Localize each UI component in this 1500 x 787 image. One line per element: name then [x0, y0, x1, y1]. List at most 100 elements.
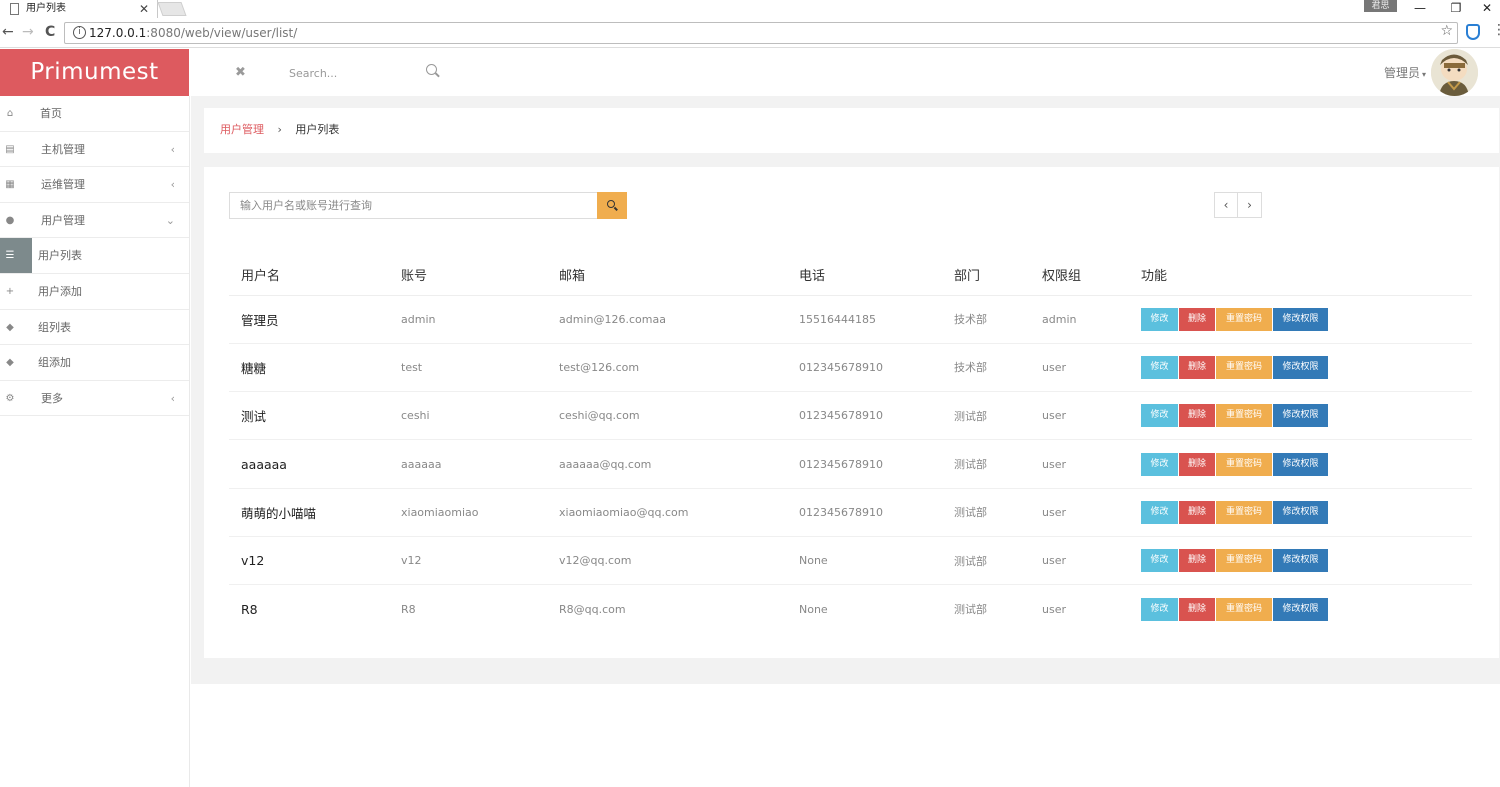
- sidebar-item-ops-management[interactable]: ▦ 运维管理 ‹: [0, 167, 189, 203]
- reset-password-button[interactable]: 重置密码: [1216, 404, 1272, 428]
- tab-close-icon[interactable]: ✕: [139, 0, 149, 18]
- column-header: 电话: [787, 255, 942, 296]
- edit-permission-button[interactable]: 修改权限: [1273, 597, 1328, 621]
- edit-permission-button[interactable]: 修改权限: [1273, 404, 1328, 428]
- edit-button[interactable]: 修改: [1141, 597, 1178, 621]
- delete-button[interactable]: 删除: [1179, 500, 1215, 524]
- users-icon: ◆: [6, 357, 14, 369]
- reset-password-button[interactable]: 重置密码: [1216, 307, 1272, 331]
- server-icon: ▤: [5, 143, 15, 155]
- cell-group: user: [1030, 536, 1129, 586]
- cell-email: test@126.com: [547, 343, 787, 393]
- cell-department: 测试部: [942, 536, 1030, 586]
- cell-email: R8@qq.com: [559, 602, 626, 616]
- search-icon: [607, 200, 615, 208]
- edit-permission-button[interactable]: 修改权限: [1273, 500, 1328, 524]
- edit-button[interactable]: 修改: [1141, 452, 1178, 476]
- cell-department: 测试部: [942, 439, 1030, 489]
- cell-department: 测试部: [942, 391, 1030, 441]
- sidebar-item-user-list[interactable]: ☰ 用户列表: [0, 238, 189, 274]
- new-tab-button[interactable]: [157, 2, 187, 16]
- fullscreen-expand-icon[interactable]: ✖: [235, 65, 246, 80]
- sidebar: ⌂ 首页 ▤ 主机管理 ‹ ▦ 运维管理 ‹ ● 用户管理 ⌄ ☰ 用户列表 +…: [0, 96, 190, 787]
- cell-group: user: [1030, 439, 1129, 489]
- tab-title: 用户列表: [26, 3, 66, 14]
- column-header: 邮箱: [547, 255, 787, 296]
- user-query-input[interactable]: [229, 192, 597, 219]
- user-menu[interactable]: 管理员 ▾: [1384, 64, 1426, 81]
- table-row: 管理员 admin admin@126.comaa 15516444185 技术…: [229, 295, 1472, 344]
- cell-group: user: [1030, 343, 1129, 393]
- delete-button[interactable]: 删除: [1179, 355, 1215, 379]
- cell-username: 管理员: [229, 295, 389, 344]
- minimize-button[interactable]: —: [1405, 0, 1435, 16]
- window-close-button[interactable]: ✕: [1472, 0, 1500, 16]
- reset-password-button[interactable]: 重置密码: [1216, 500, 1272, 524]
- next-page-button[interactable]: ›: [1238, 192, 1262, 218]
- edit-button[interactable]: 修改: [1141, 355, 1178, 379]
- forward-icon[interactable]: →: [22, 24, 34, 40]
- delete-button[interactable]: 删除: [1179, 307, 1215, 331]
- sidebar-item-host-management[interactable]: ▤ 主机管理 ‹: [0, 132, 189, 168]
- reload-icon[interactable]: C: [45, 24, 55, 40]
- sidebar-item-user-management[interactable]: ● 用户管理 ⌄: [0, 203, 189, 239]
- reset-password-button[interactable]: 重置密码: [1216, 597, 1272, 621]
- table-header-row: 用户名 账号 邮箱 电话 部门 权限组 功能: [229, 255, 1472, 296]
- back-icon[interactable]: ←: [2, 24, 14, 40]
- cell-account: v12: [389, 536, 547, 586]
- brand-logo[interactable]: Primumest: [0, 49, 189, 96]
- sidebar-item-user-add[interactable]: + 用户添加: [0, 274, 189, 310]
- sidebar-item-more[interactable]: ⚙ 更多 ‹: [0, 381, 189, 417]
- reset-password-button[interactable]: 重置密码: [1216, 549, 1272, 573]
- url-field[interactable]: i 127.0.0.1:8080/web/view/user/list/ ☆: [64, 22, 1458, 44]
- cell-account: ceshi: [389, 391, 547, 441]
- edit-button[interactable]: 修改: [1141, 404, 1178, 428]
- edit-button[interactable]: 修改: [1141, 500, 1178, 524]
- edit-permission-button[interactable]: 修改权限: [1273, 452, 1328, 476]
- list-icon: ☰: [5, 250, 15, 262]
- browser-menu-icon[interactable]: ⋮: [1492, 22, 1500, 38]
- cell-phone: None: [799, 602, 828, 616]
- profile-badge[interactable]: 君思: [1364, 0, 1397, 12]
- caret-down-icon: ▾: [1422, 70, 1427, 79]
- search-input[interactable]: [289, 64, 429, 82]
- chevron-down-icon: ⌄: [165, 213, 175, 227]
- cell-actions: 修改 删除 重置密码 修改权限: [1129, 488, 1472, 537]
- cell-actions: 修改 删除 重置密码 修改权限: [1129, 439, 1472, 489]
- delete-button[interactable]: 删除: [1179, 597, 1215, 621]
- reset-password-button[interactable]: 重置密码: [1216, 452, 1272, 476]
- cell-username: aaaaaa: [229, 439, 389, 489]
- cell-actions: 修改 删除 重置密码 修改权限: [1129, 391, 1472, 441]
- delete-button[interactable]: 删除: [1179, 549, 1215, 573]
- search-icon[interactable]: [426, 64, 437, 75]
- sidebar-item-label: 更多: [41, 391, 63, 405]
- edit-button[interactable]: 修改: [1141, 307, 1178, 331]
- edit-permission-button[interactable]: 修改权限: [1273, 355, 1328, 379]
- reset-password-button[interactable]: 重置密码: [1216, 355, 1272, 379]
- cell-email: admin@126.comaa: [547, 295, 787, 344]
- avatar[interactable]: [1431, 49, 1478, 96]
- sidebar-item-group-add[interactable]: ◆ 组添加: [0, 345, 189, 381]
- browser-tab[interactable]: 用户列表 ✕: [0, 0, 158, 18]
- query-search-button[interactable]: [597, 192, 627, 219]
- edit-permission-button[interactable]: 修改权限: [1273, 549, 1328, 573]
- sidebar-item-group-list[interactable]: ◆ 组列表: [0, 310, 189, 346]
- address-bar: ← → C i 127.0.0.1:8080/web/view/user/lis…: [0, 18, 1500, 48]
- shield-extension-icon[interactable]: [1466, 24, 1480, 40]
- info-icon[interactable]: i: [73, 26, 86, 39]
- restore-button[interactable]: ❐: [1441, 0, 1471, 16]
- sidebar-item-label: 组列表: [38, 320, 71, 334]
- delete-button[interactable]: 删除: [1179, 452, 1215, 476]
- prev-page-button[interactable]: ‹: [1214, 192, 1238, 218]
- cell-phone: 15516444185: [787, 295, 942, 344]
- cell-department: 技术部: [942, 295, 1030, 344]
- cell-department: 技术部: [942, 343, 1030, 393]
- breadcrumb-link-user-management[interactable]: 用户管理: [220, 123, 264, 136]
- cell-username: 测试: [229, 391, 389, 441]
- sidebar-item-home[interactable]: ⌂ 首页: [0, 96, 189, 132]
- bookmark-star-icon[interactable]: ☆: [1440, 23, 1453, 39]
- cell-account: R8: [401, 602, 416, 616]
- edit-permission-button[interactable]: 修改权限: [1273, 307, 1328, 331]
- edit-button[interactable]: 修改: [1141, 549, 1178, 573]
- delete-button[interactable]: 删除: [1179, 404, 1215, 428]
